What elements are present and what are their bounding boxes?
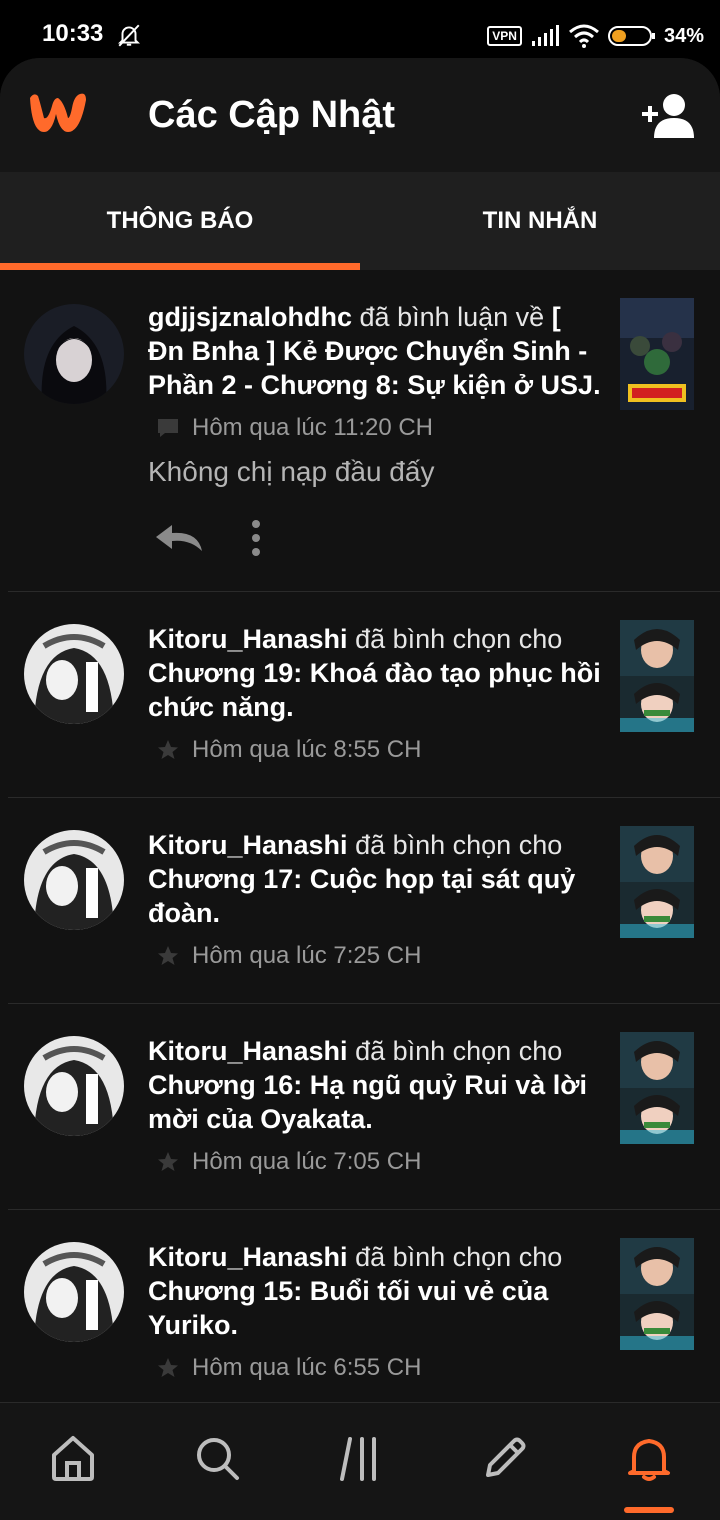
search-icon[interactable]	[192, 1433, 242, 1483]
username[interactable]: Kitoru_Hanashi	[148, 1036, 348, 1066]
story-cover[interactable]	[620, 826, 694, 938]
vote-star-icon	[158, 740, 178, 759]
notification-item[interactable]: Kitoru_Hanashi đã bình chọn cho Chương 1…	[8, 798, 720, 1004]
notification-text: Kitoru_Hanashi đã bình chọn cho Chương 1…	[148, 622, 604, 724]
write-icon[interactable]	[480, 1433, 530, 1483]
tab-notifications[interactable]: THÔNG BÁO	[0, 172, 360, 270]
app-header: Các Cập Nhật	[0, 58, 720, 172]
avatar-image	[24, 830, 124, 930]
action-verb: đã bình chọn cho	[355, 1242, 563, 1272]
avatar[interactable]	[24, 1036, 124, 1136]
reply-icon[interactable]	[154, 523, 204, 553]
notification-text: Kitoru_Hanashi đã bình chọn cho Chương 1…	[148, 1034, 604, 1136]
timestamp: Hôm qua lúc 8:55 CH	[156, 736, 421, 764]
story-title[interactable]: Chương 17: Cuộc họp tại sát quỷ đoàn.	[148, 864, 575, 928]
bottom-navigation	[0, 1402, 720, 1520]
timestamp: Hôm qua lúc 7:05 CH	[156, 1148, 421, 1176]
tab-bar: THÔNG BÁO TIN NHẮN	[0, 172, 720, 270]
story-cover[interactable]	[620, 620, 694, 732]
timestamp-text: Hôm qua lúc 6:55 CH	[192, 1354, 422, 1381]
notification-text: gdjjsjznalohdhc đã bình luận về [ Đn Bnh…	[148, 300, 604, 402]
action-verb: đã bình chọn cho	[355, 624, 563, 654]
status-bar: 10:33 VPN 34%	[0, 0, 720, 58]
vote-star-icon	[158, 1358, 178, 1377]
active-tab-indicator	[624, 1507, 674, 1513]
username[interactable]: gdjjsjznalohdhc	[148, 302, 352, 332]
story-cover-image	[620, 298, 694, 410]
story-cover[interactable]	[620, 1238, 694, 1350]
avatar[interactable]	[24, 1242, 124, 1342]
timestamp-text: Hôm qua lúc 11:20 CH	[192, 414, 434, 441]
notification-item[interactable]: Kitoru_Hanashi đã bình chọn cho Chương 1…	[8, 1004, 720, 1210]
story-title[interactable]: Chương 19: Khoá đào tạo phục hồi chức nă…	[148, 658, 601, 722]
more-options-icon[interactable]	[250, 518, 262, 558]
timestamp-text: Hôm qua lúc 7:05 CH	[192, 1148, 422, 1175]
story-cover[interactable]	[620, 298, 694, 410]
wattpad-logo-icon[interactable]	[24, 88, 92, 138]
page-title: Các Cập Nhật	[148, 94, 396, 136]
story-title[interactable]: Chương 16: Hạ ngũ quỷ Rui và lời mời của…	[148, 1070, 587, 1134]
username[interactable]: Kitoru_Hanashi	[148, 1242, 348, 1272]
home-icon[interactable]	[48, 1433, 98, 1483]
app-container: Các Cập Nhật THÔNG BÁO TIN NHẮN gdjjsjzn…	[0, 58, 720, 1520]
username[interactable]: Kitoru_Hanashi	[148, 624, 348, 654]
story-cover-image	[620, 826, 694, 938]
action-verb: đã bình chọn cho	[355, 830, 563, 860]
avatar-image	[24, 304, 124, 404]
muted-bell-icon	[117, 24, 141, 47]
status-icons: VPN 34%	[487, 22, 704, 50]
notification-text: Kitoru_Hanashi đã bình chọn cho Chương 1…	[148, 828, 604, 930]
tab-messages[interactable]: TIN NHẮN	[360, 172, 720, 270]
story-cover-image	[620, 620, 694, 732]
status-time: 10:33	[42, 20, 104, 47]
notification-item[interactable]: Kitoru_Hanashi đã bình chọn cho Chương 1…	[8, 1210, 720, 1402]
vote-star-icon	[158, 1152, 178, 1171]
action-verb: đã bình luận về	[359, 302, 545, 332]
library-icon[interactable]	[336, 1433, 386, 1483]
username[interactable]: Kitoru_Hanashi	[148, 830, 348, 860]
timestamp-text: Hôm qua lúc 7:25 CH	[192, 942, 422, 969]
story-cover[interactable]	[620, 1032, 694, 1144]
notification-feed: gdjjsjznalohdhc đã bình luận về [ Đn Bnh…	[0, 270, 720, 1402]
timestamp: Hôm qua lúc 6:55 CH	[156, 1354, 421, 1382]
battery-percent: 34%	[663, 24, 704, 47]
vote-star-icon	[158, 946, 178, 965]
vpn-badge: VPN	[487, 26, 522, 46]
notifications-bell-icon[interactable]	[624, 1433, 674, 1483]
story-cover-image	[620, 1032, 694, 1144]
notification-text: Kitoru_Hanashi đã bình chọn cho Chương 1…	[148, 1240, 604, 1342]
avatar[interactable]	[24, 304, 124, 404]
timestamp: Hôm qua lúc 11:20 CH	[156, 414, 433, 442]
notification-item[interactable]: gdjjsjznalohdhc đã bình luận về [ Đn Bnh…	[8, 270, 720, 592]
avatar-image	[24, 1036, 124, 1136]
wifi-icon	[568, 24, 599, 48]
story-title[interactable]: Chương 15: Buổi tối vui vẻ của Yuriko.	[148, 1276, 548, 1340]
timestamp: Hôm qua lúc 7:25 CH	[156, 942, 421, 970]
avatar[interactable]	[24, 830, 124, 930]
avatar-image	[24, 624, 124, 724]
story-cover-image	[620, 1238, 694, 1350]
timestamp-text: Hôm qua lúc 8:55 CH	[192, 736, 422, 763]
comment-text: Không chị nạp đầu đấy	[148, 456, 435, 487]
battery-icon	[607, 26, 655, 46]
notification-item[interactable]: Kitoru_Hanashi đã bình chọn cho Chương 1…	[8, 592, 720, 798]
avatar[interactable]	[24, 624, 124, 724]
action-verb: đã bình chọn cho	[355, 1036, 563, 1066]
add-friend-icon[interactable]	[638, 92, 696, 138]
signal-icon	[531, 25, 559, 46]
comment-actions	[154, 518, 262, 558]
comment-icon	[158, 419, 178, 437]
avatar-image	[24, 1242, 124, 1342]
